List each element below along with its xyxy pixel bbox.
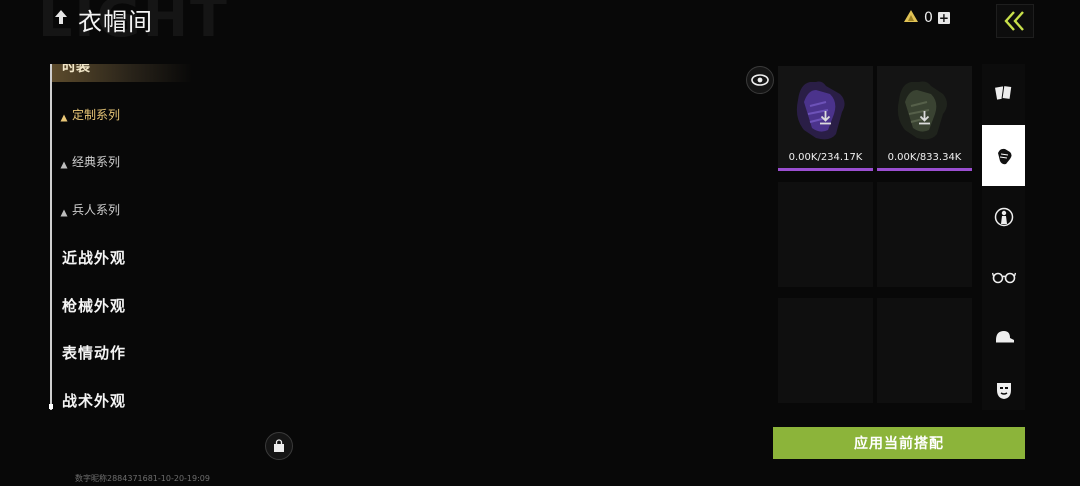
- currency-value: 0: [924, 10, 933, 26]
- nav-rail: [50, 64, 52, 410]
- apply-outfit-button[interactable]: 应用当前搭配: [773, 427, 1025, 459]
- page-title: 衣帽间: [78, 8, 153, 36]
- nav-tactical-skins[interactable]: 战术外观: [62, 390, 126, 411]
- warning-dot-icon: [60, 158, 68, 168]
- eye-rotate-icon: [751, 74, 769, 86]
- nav-sub-custom-series[interactable]: 定制系列: [60, 106, 120, 123]
- glasses-icon: [991, 272, 1016, 284]
- download-size: 0.00K/234.17K: [788, 152, 863, 163]
- category-rail: [982, 64, 1025, 410]
- tab-fashion-label: 时装: [62, 64, 90, 75]
- empty-item-slot[interactable]: [778, 298, 873, 403]
- download-icon: [917, 110, 932, 125]
- glove-item-image: [885, 72, 965, 146]
- nav-weapon-skins[interactable]: 枪械外观: [62, 295, 126, 316]
- empty-item-slot[interactable]: [778, 182, 873, 287]
- collapse-panel-button[interactable]: [996, 4, 1034, 38]
- download-icon: [818, 110, 833, 125]
- player-id-watermark: 数字昵称2884371681-10-20-19:09: [75, 474, 210, 483]
- double-chevron-left-icon: [1004, 11, 1024, 31]
- rarity-bar: [778, 168, 873, 171]
- item-tile[interactable]: 0.00K/234.17K: [778, 66, 873, 171]
- nav-sub-classic-series[interactable]: 经典系列: [60, 153, 120, 170]
- item-tile[interactable]: 0.00K/833.34K: [877, 66, 972, 171]
- category-gloves[interactable]: [982, 125, 1025, 186]
- nav-sub-label: 定制系列: [72, 108, 121, 122]
- tab-fashion[interactable]: 时装: [52, 64, 192, 82]
- character-icon: [994, 207, 1013, 227]
- warning-dot-icon: [60, 206, 68, 216]
- category-cards[interactable]: [982, 64, 1025, 122]
- nav-sub-label: 经典系列: [72, 155, 121, 169]
- shopping-bag-icon: [274, 439, 284, 452]
- add-currency-button[interactable]: +: [937, 12, 950, 24]
- nav-melee-skins[interactable]: 近战外观: [62, 247, 126, 268]
- category-headwear[interactable]: [982, 308, 1025, 366]
- nav-sub-label: 兵人系列: [72, 203, 121, 217]
- warning-dot-icon: [60, 111, 68, 121]
- nav-emotes[interactable]: 表情动作: [62, 342, 126, 363]
- glove-item-image: [786, 72, 866, 146]
- mask-icon: [996, 383, 1011, 399]
- category-mask[interactable]: [982, 370, 1025, 410]
- nav-sub-soldier-series[interactable]: 兵人系列: [60, 201, 120, 218]
- currency-display: 0 +: [903, 9, 950, 27]
- empty-item-slot[interactable]: [877, 298, 972, 403]
- cap-icon: [995, 331, 1014, 343]
- currency-icon: [903, 9, 919, 27]
- cards-icon: [994, 84, 1012, 101]
- shop-bag-button[interactable]: [265, 432, 293, 460]
- empty-item-slot[interactable]: [877, 182, 972, 287]
- toggle-view-button[interactable]: [746, 66, 774, 94]
- back-arrow-icon[interactable]: [52, 8, 70, 26]
- download-size: 0.00K/833.34K: [887, 152, 962, 163]
- category-character[interactable]: [982, 188, 1025, 246]
- category-glasses[interactable]: [982, 248, 1025, 306]
- nav-rail-end: [49, 404, 53, 409]
- glove-icon: [997, 148, 1011, 164]
- rarity-bar: [877, 168, 972, 171]
